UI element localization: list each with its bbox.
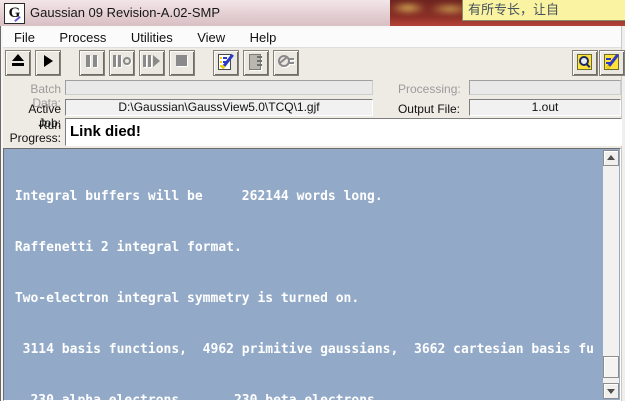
eject-icon [9,54,27,70]
console-output[interactable]: Integral buffers will be 262144 words lo… [3,148,621,401]
titlebar-glass[interactable]: G Gaussian 09 Revision-A.02-SMP [0,0,390,26]
stop-icon [173,54,191,70]
scroll-up-icon [607,155,615,160]
scroll-down-icon [607,389,615,394]
menu-utilities[interactable]: Utilities [121,28,183,45]
resume-button [139,50,165,76]
eject-button[interactable] [5,50,31,76]
processing-field [469,80,621,95]
vertical-scrollbar[interactable] [603,150,619,399]
pause-button [79,50,105,76]
view-output-button [243,50,269,76]
toolbar [3,48,625,78]
abort-job-icon [277,54,295,70]
console-line: Raffenetti 2 integral format. [7,240,242,255]
console-line: Integral buffers will be 262144 words lo… [7,189,383,204]
pause-at-link-button [109,50,135,76]
edit-input-file-button[interactable] [213,50,239,76]
menu-process[interactable]: Process [49,28,116,45]
menubar: File Process Utilities View Help [3,28,621,48]
run-progress-label: Run Progress: [3,119,61,145]
run-button[interactable] [35,50,61,76]
console-line: 3114 basis functions, 4962 primitive gau… [7,342,594,357]
edit-output-file-icon [603,53,621,70]
edit-output-file-button[interactable] [599,50,625,76]
output-file-label: Output File: [397,102,460,116]
menu-view[interactable]: View [187,28,235,45]
zoom-output-icon [576,54,594,70]
console-text[interactable]: Integral buffers will be 262144 words lo… [5,150,604,400]
edit-input-file-icon [217,53,235,70]
menu-help[interactable]: Help [240,28,287,45]
gaussian-logo-icon[interactable]: G [4,3,25,24]
pause-icon [83,54,101,70]
titlebar[interactable]: G Gaussian 09 Revision-A.02-SMP 有所专长，让自 [0,0,625,26]
console-line: 230 alpha electrons 230 beta electrons [7,392,604,400]
batch-data-field [65,80,373,95]
window-title: Gaussian 09 Revision-A.02-SMP [30,5,221,20]
scroll-up-button[interactable] [603,150,619,166]
background-tooltip: 有所专长，让自 [462,0,625,21]
processing-label: Processing: [398,82,461,96]
run-icon [39,54,57,70]
resume-icon [143,54,161,70]
scroll-down-button[interactable] [603,383,619,399]
view-output-icon [247,54,265,70]
menu-file[interactable]: File [4,28,45,45]
pause-at-link-icon [113,54,131,70]
abort-job-button [273,50,299,76]
run-progress-field[interactable]: Link died! [65,118,622,146]
run-progress-label-bottom: Progress: [9,131,61,145]
run-progress-label-top: Run [38,118,61,132]
console-line: Two-electron integral symmetry is turned… [7,291,360,306]
scrollbar-thumb[interactable] [603,356,619,378]
window-frame-right [621,26,625,401]
active-job-field[interactable]: D:\Gaussian\GaussView5.0\TCQ\1.gjf [65,99,373,116]
gaussian-window: G Gaussian 09 Revision-A.02-SMP 有所专长，让自 … [0,0,625,401]
stop-button [169,50,195,76]
job-fields-panel: Batch Data: Processing: Active Job: D:\G… [3,78,622,148]
zoom-output-button[interactable] [572,50,598,76]
output-file-field[interactable]: 1.out [469,99,621,116]
